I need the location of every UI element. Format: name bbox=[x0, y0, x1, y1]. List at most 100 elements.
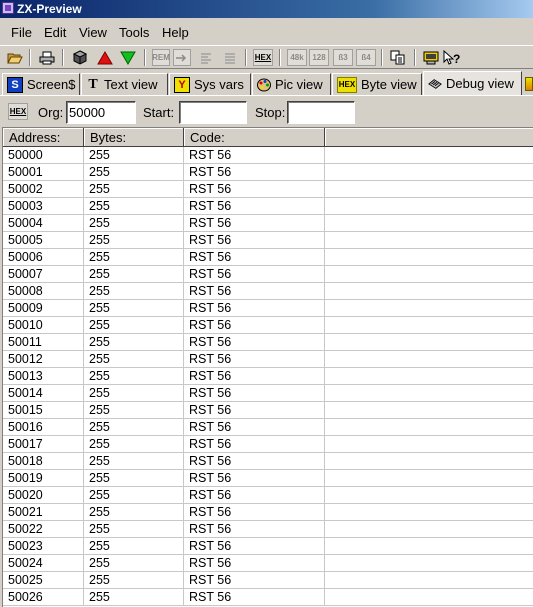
cell-code: RST 56 bbox=[184, 198, 325, 215]
org-input[interactable]: 50000 bbox=[66, 101, 136, 124]
menu-edit[interactable]: Edit bbox=[44, 25, 66, 40]
cell-bytes: 255 bbox=[84, 232, 184, 249]
screen-s-icon: S bbox=[7, 76, 23, 93]
rem-button[interactable]: REM bbox=[152, 49, 170, 66]
cell-bytes: 255 bbox=[84, 351, 184, 368]
table-row[interactable]: 50014 255 RST 56 bbox=[3, 385, 533, 402]
table-row[interactable]: 50006 255 RST 56 bbox=[3, 249, 533, 266]
palette-icon bbox=[257, 78, 271, 92]
table-row[interactable]: 50023 255 RST 56 bbox=[3, 538, 533, 555]
table-row[interactable]: 50021 255 RST 56 bbox=[3, 504, 533, 521]
table-row[interactable]: 50018 255 RST 56 bbox=[3, 453, 533, 470]
table-row[interactable]: 50020 255 RST 56 bbox=[3, 487, 533, 504]
cell-address: 50018 bbox=[3, 453, 84, 470]
tab-overflow-icon[interactable] bbox=[525, 77, 533, 91]
start-input[interactable] bbox=[179, 101, 247, 124]
cell-address: 50007 bbox=[3, 266, 84, 283]
table-row[interactable]: 50002 255 RST 56 bbox=[3, 181, 533, 198]
cell-bytes: 255 bbox=[84, 181, 184, 198]
table-row[interactable]: 50019 255 RST 56 bbox=[3, 470, 533, 487]
cell-address: 50016 bbox=[3, 419, 84, 436]
48k-button[interactable]: 48k bbox=[287, 49, 307, 66]
menu-bar: File Edit View Tools Help bbox=[0, 22, 533, 42]
column-header-address[interactable]: Address: bbox=[3, 128, 84, 147]
cell-empty bbox=[325, 351, 533, 368]
beta3-button[interactable]: ß3 bbox=[333, 49, 353, 66]
cell-address: 50004 bbox=[3, 215, 84, 232]
cell-code: RST 56 bbox=[184, 164, 325, 181]
cell-code: RST 56 bbox=[184, 504, 325, 521]
disassembly-table[interactable]: Address: Bytes: Code: 50000 255 RST 56 5000… bbox=[2, 127, 533, 607]
beta4-button[interactable]: ß4 bbox=[356, 49, 376, 66]
menu-file[interactable]: File bbox=[11, 25, 32, 40]
menu-view[interactable]: View bbox=[79, 25, 107, 40]
table-row[interactable]: 50013 255 RST 56 bbox=[3, 368, 533, 385]
table-row[interactable]: 50008 255 RST 56 bbox=[3, 283, 533, 300]
hex-button[interactable]: HEX bbox=[253, 49, 273, 66]
tab-sys-vars[interactable]: Y Sys vars bbox=[169, 73, 251, 95]
table-header: Address: Bytes: Code: bbox=[3, 128, 533, 147]
cell-address: 50011 bbox=[3, 334, 84, 351]
align-justify-icon[interactable] bbox=[221, 49, 239, 66]
tab-pic-view[interactable]: Pic view bbox=[252, 73, 331, 95]
cell-empty bbox=[325, 300, 533, 317]
table-row[interactable]: 50001 255 RST 56 bbox=[3, 164, 533, 181]
cell-address: 50026 bbox=[3, 589, 84, 606]
table-row[interactable]: 50010 255 RST 56 bbox=[3, 317, 533, 334]
cell-empty bbox=[325, 453, 533, 470]
toolbar-separator bbox=[62, 49, 64, 66]
hex-toggle-button[interactable]: HEX bbox=[8, 103, 28, 120]
red-up-arrow-icon[interactable] bbox=[96, 49, 114, 66]
folder-open-icon[interactable] bbox=[6, 49, 24, 66]
cell-code: RST 56 bbox=[184, 283, 325, 300]
table-row[interactable]: 50016 255 RST 56 bbox=[3, 419, 533, 436]
cell-address: 50002 bbox=[3, 181, 84, 198]
table-row[interactable]: 50003 255 RST 56 bbox=[3, 198, 533, 215]
menu-help[interactable]: Help bbox=[162, 25, 189, 40]
table-row[interactable]: 50024 255 RST 56 bbox=[3, 555, 533, 572]
cell-bytes: 255 bbox=[84, 164, 184, 181]
table-row[interactable]: 50022 255 RST 56 bbox=[3, 521, 533, 538]
cell-empty bbox=[325, 147, 533, 164]
copy-icon[interactable] bbox=[389, 49, 407, 66]
printer-icon[interactable] bbox=[38, 49, 56, 66]
cell-code: RST 56 bbox=[184, 249, 325, 266]
128k-button[interactable]: 128 bbox=[309, 49, 329, 66]
menu-tools[interactable]: Tools bbox=[119, 25, 149, 40]
table-row[interactable]: 50012 255 RST 56 bbox=[3, 351, 533, 368]
cell-empty bbox=[325, 419, 533, 436]
whats-this-help-icon[interactable]: ? bbox=[443, 49, 461, 66]
cell-address: 50014 bbox=[3, 385, 84, 402]
table-row[interactable]: 50025 255 RST 56 bbox=[3, 572, 533, 589]
cell-address: 50021 bbox=[3, 504, 84, 521]
column-header-bytes[interactable]: Bytes: bbox=[84, 128, 184, 147]
table-row[interactable]: 50005 255 RST 56 bbox=[3, 232, 533, 249]
table-row[interactable]: 50007 255 RST 56 bbox=[3, 266, 533, 283]
cube-icon[interactable] bbox=[71, 49, 89, 66]
tab-debug-view[interactable]: Debug view bbox=[423, 71, 522, 95]
cell-code: RST 56 bbox=[184, 232, 325, 249]
column-header-empty bbox=[325, 128, 533, 147]
table-row[interactable]: 50026 255 RST 56 bbox=[3, 589, 533, 606]
cell-code: RST 56 bbox=[184, 436, 325, 453]
table-row[interactable]: 50017 255 RST 56 bbox=[3, 436, 533, 453]
table-row[interactable]: 50009 255 RST 56 bbox=[3, 300, 533, 317]
cell-code: RST 56 bbox=[184, 487, 325, 504]
cell-empty bbox=[325, 215, 533, 232]
tab-screen[interactable]: S Screen$ bbox=[2, 73, 80, 95]
align-left-icon[interactable] bbox=[197, 49, 215, 66]
table-row[interactable]: 50015 255 RST 56 bbox=[3, 402, 533, 419]
green-down-arrow-icon[interactable] bbox=[119, 49, 137, 66]
goto-arrow-icon[interactable] bbox=[173, 49, 191, 66]
tab-byte-view[interactable]: HEX Byte view bbox=[332, 73, 422, 95]
tab-text-view[interactable]: T Text view bbox=[81, 73, 168, 95]
monitor-icon[interactable] bbox=[422, 49, 440, 66]
table-row[interactable]: 50011 255 RST 56 bbox=[3, 334, 533, 351]
table-row[interactable]: 50004 255 RST 56 bbox=[3, 215, 533, 232]
stop-input[interactable] bbox=[287, 101, 355, 124]
cell-address: 50009 bbox=[3, 300, 84, 317]
cell-code: RST 56 bbox=[184, 334, 325, 351]
column-header-code[interactable]: Code: bbox=[184, 128, 325, 147]
tab-label: Byte view bbox=[361, 77, 417, 92]
table-row[interactable]: 50000 255 RST 56 bbox=[3, 147, 533, 164]
